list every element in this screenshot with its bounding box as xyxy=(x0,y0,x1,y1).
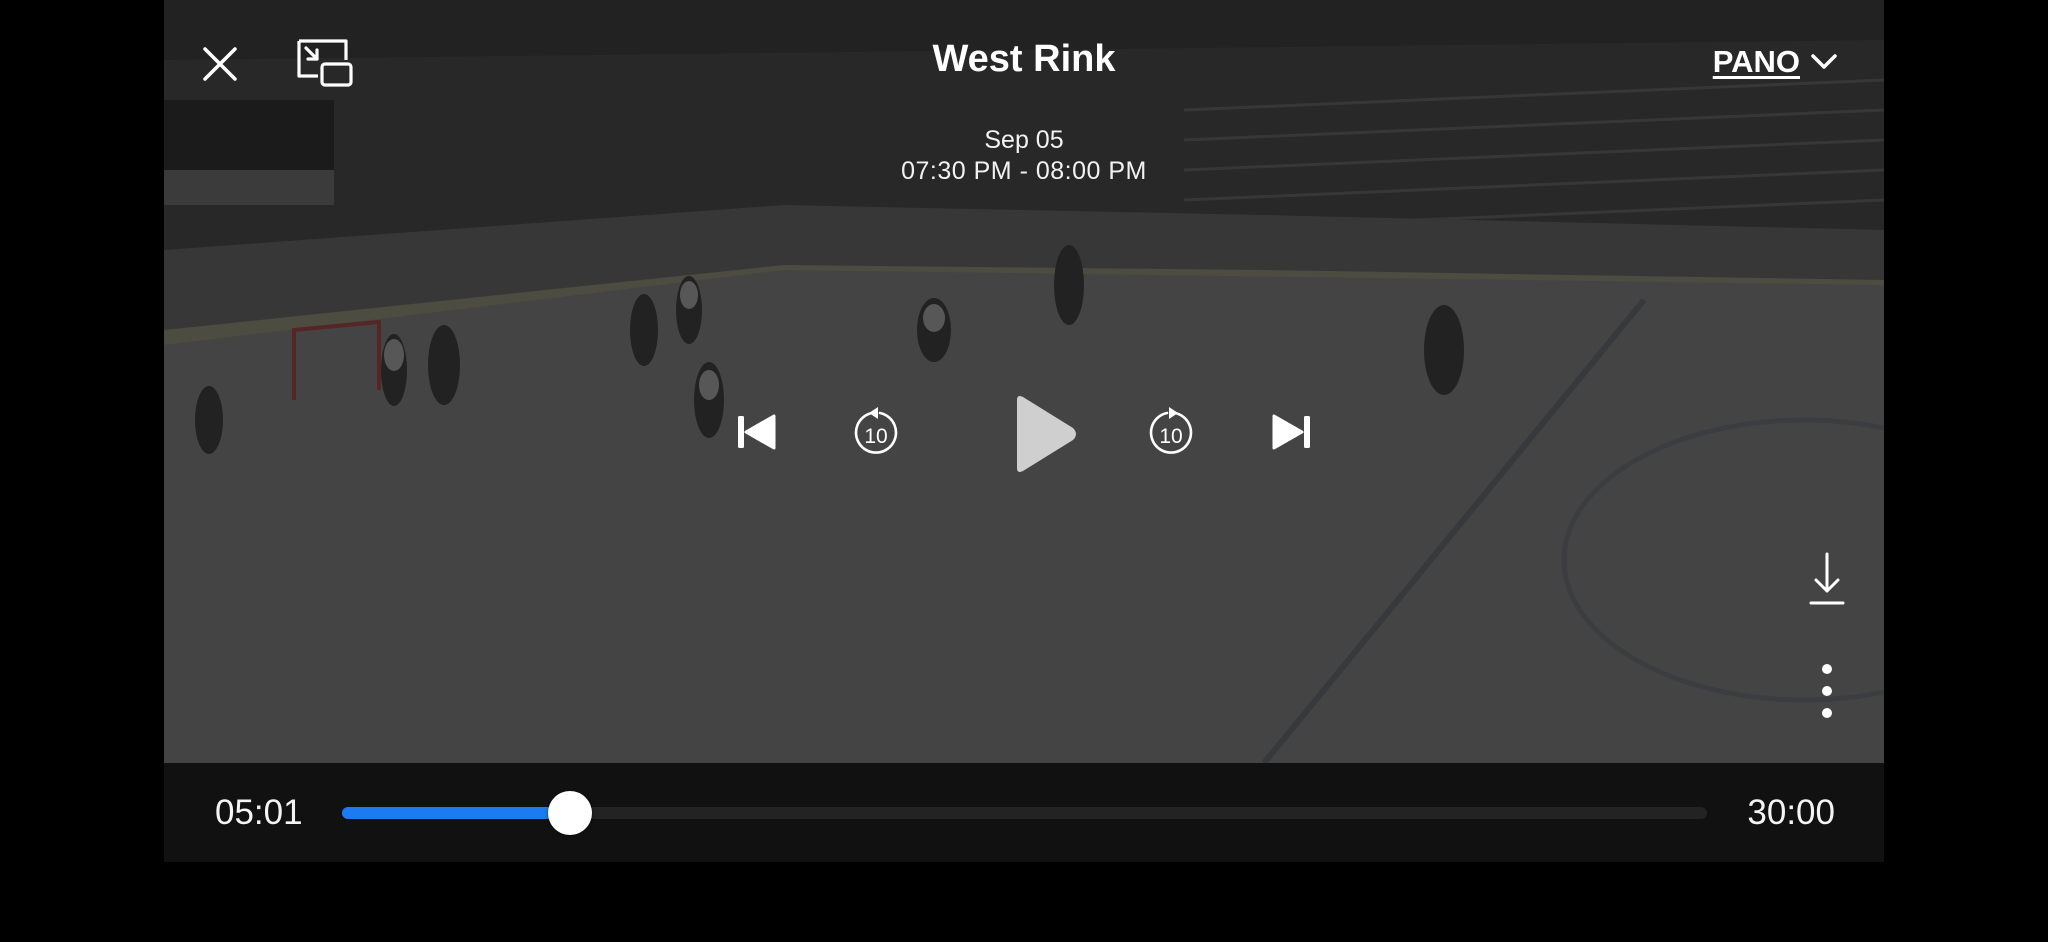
rink-title: West Rink xyxy=(932,38,1116,80)
chevron-down-icon xyxy=(1811,54,1837,69)
more-options-button[interactable] xyxy=(1812,662,1842,720)
game-time-range: 07:30 PM - 08:00 PM xyxy=(901,157,1147,185)
total-duration: 30:00 xyxy=(1747,793,1835,832)
download-button[interactable] xyxy=(1807,550,1847,608)
elapsed-time: 05:01 xyxy=(215,793,303,832)
progress-thumb[interactable] xyxy=(548,791,593,835)
progress-fill xyxy=(342,807,571,819)
skip-previous-icon xyxy=(738,414,776,450)
more-vertical-icon xyxy=(1822,664,1832,718)
game-date: Sep 05 xyxy=(984,126,1064,154)
rewind-10-button[interactable]: 10 xyxy=(852,405,900,459)
forward-10-button[interactable]: 10 xyxy=(1147,405,1195,459)
progress-slider[interactable] xyxy=(342,791,1707,835)
forward-10-label: 10 xyxy=(1159,425,1182,448)
skip-next-icon xyxy=(1272,414,1310,450)
skip-previous-button[interactable] xyxy=(734,410,780,454)
rewind-10-icon: 10 xyxy=(854,407,898,454)
play-button[interactable] xyxy=(1004,392,1084,476)
skip-next-button[interactable] xyxy=(1268,410,1314,454)
view-selector-dropdown[interactable]: PANO xyxy=(1713,44,1838,80)
play-icon xyxy=(1017,396,1076,472)
download-icon xyxy=(1809,552,1845,605)
view-selector-label: PANO xyxy=(1712,44,1800,79)
video-dim-overlay xyxy=(164,0,1884,763)
playback-bar: 05:01 30:00 xyxy=(164,763,1884,862)
video-player[interactable]: West Rink Sep 05 07:30 PM - 08:00 PM PAN… xyxy=(164,0,1884,862)
forward-10-icon: 10 xyxy=(1149,407,1193,454)
rewind-10-label: 10 xyxy=(864,425,887,448)
